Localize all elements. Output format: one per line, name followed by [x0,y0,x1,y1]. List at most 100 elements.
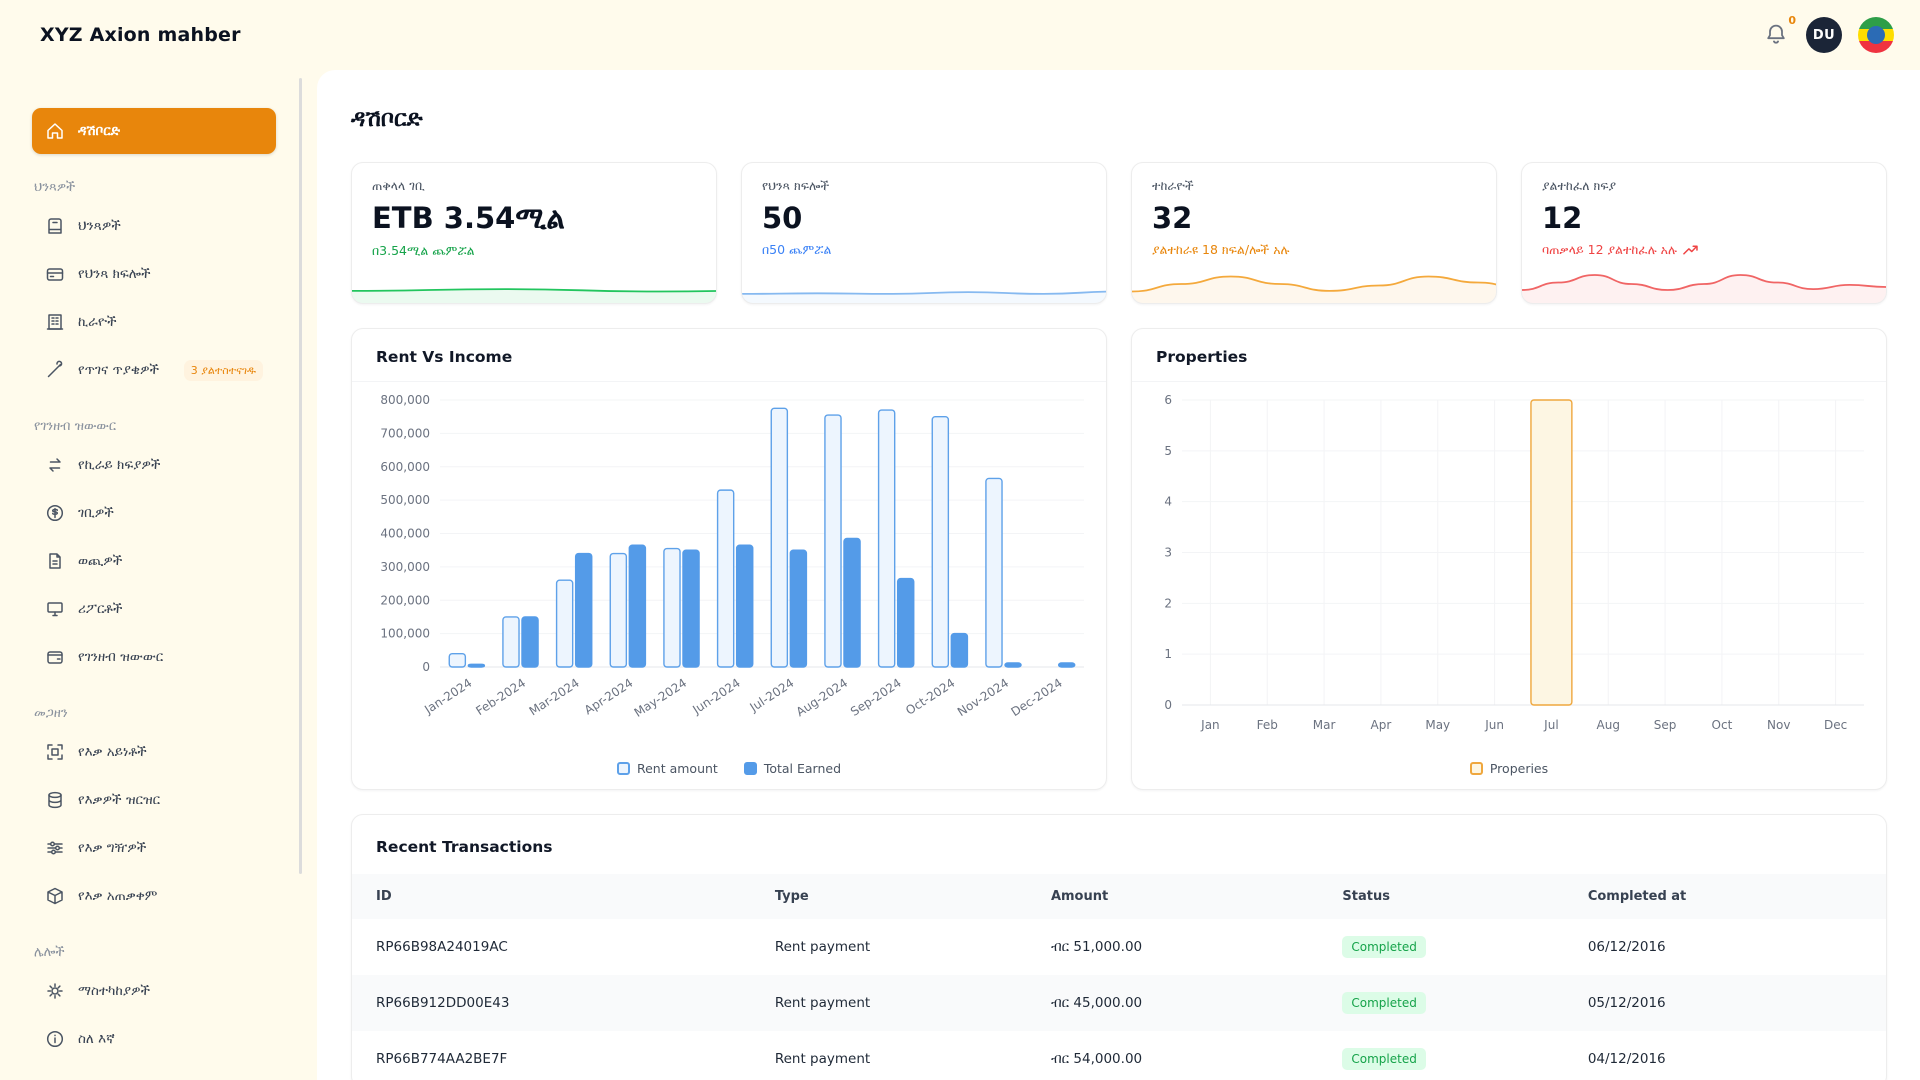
sidebar-item-label: ዳሽቦርድ [78,123,120,139]
bell-icon [1764,22,1790,46]
invoice-icon [45,551,65,571]
sidebar-item[interactable]: ገቢዎች [32,490,276,536]
cell-amount: ብር 45,000.00 [1027,975,1318,1031]
sliders-icon [45,838,65,858]
stat-value: 50 [762,201,1086,235]
cell-status: Completed [1318,975,1563,1031]
sidebar-item[interactable]: የእቃ አይነቶች [32,729,276,775]
column-header: Status [1318,874,1563,919]
top-bar: XYZ Axion mahber 0 DU [0,0,1920,70]
legend-label: Total Earned [764,761,841,776]
svg-text:800,000: 800,000 [380,393,430,407]
page-title: ዳሽቦርድ [351,106,1887,132]
legend-item[interactable]: Properies [1470,761,1548,776]
sidebar-item-label: ሪፖርቶች [78,601,122,617]
sidebar-section-header[interactable]: የገንዘብ ዝውውር [34,419,274,434]
sparkline-chart [1522,267,1886,303]
svg-text:Sep: Sep [1654,718,1677,732]
svg-text:100,000: 100,000 [380,627,430,641]
sidebar-item-label: የገንዘብ ዝውውር [78,649,163,665]
database-icon [45,790,65,810]
box-icon [45,886,65,906]
svg-text:300,000: 300,000 [380,560,430,574]
column-header: Completed at [1564,874,1886,919]
sidebar-item[interactable]: የገንዘብ ዝውውር [32,634,276,680]
stat-card: የህንጻ ክፍሎች50በ50 ጨምሯል [741,162,1107,304]
sidebar-scrollbar[interactable] [299,78,302,874]
svg-text:Jul: Jul [1543,718,1558,732]
sidebar: ዳሽቦርድ ህንጻዎች ህንጻዎች የህንጻ ክፍሎች ኪራዮችየጥገና ጥያቄዎች3 … [0,70,302,1080]
cell-amount: ብር 54,000.00 [1027,1031,1318,1080]
svg-text:3: 3 [1164,546,1172,560]
svg-text:600,000: 600,000 [380,460,430,474]
notification-bell-button[interactable]: 0 [1764,22,1790,48]
user-avatar[interactable]: DU [1806,17,1842,53]
sidebar-section-header[interactable]: መጋዘን [34,706,274,721]
stat-delta: በ50 ጨምሯል [762,242,1086,258]
units-icon [45,264,65,284]
sidebar-section-header[interactable]: ህንጻዎች [34,180,274,195]
sparkline-chart [352,267,717,303]
sidebar-item[interactable]: የእቃ አጠቃቀም [32,873,276,919]
column-header: Type [751,874,1027,919]
transactions-table: IDTypeAmountStatusCompleted at RP66B98A2… [352,874,1886,1080]
sparkline-chart [742,267,1107,303]
sidebar-item[interactable]: ስለ እኛ [32,1016,276,1062]
stat-value: 32 [1152,201,1476,235]
sidebar-item[interactable]: የኪራይ ክፍያዎች [32,442,276,488]
lease-icon [45,312,65,332]
scan-icon [45,742,65,762]
chevron-up-icon [259,180,274,195]
transactions-card: Recent Transactions IDTypeAmountStatusCo… [351,814,1887,1080]
sidebar-section-label: የገንዘብ ዝውውር [34,419,116,434]
svg-text:Feb: Feb [1257,718,1278,732]
svg-text:Jun: Jun [1484,718,1504,732]
svg-text:Apr: Apr [1371,718,1392,732]
sidebar-item[interactable]: ሪፖርቶች [32,586,276,632]
sidebar-item[interactable]: የህንጻ ክፍሎች [32,251,276,297]
sidebar-item[interactable]: ህንጻዎች [32,203,276,249]
sidebar-item-label: ህንጻዎች [78,218,121,234]
legend-item[interactable]: Total Earned [744,761,841,776]
properties-plot: 0123456JanFebMarAprMayJunJulAugSepOctNov… [1136,386,1878,747]
rent-vs-income-title: Rent Vs Income [352,329,1106,382]
sidebar-item-label: የኪራይ ክፍያዎች [78,457,160,473]
properties-legend: Properies [1132,747,1886,789]
main-panel: ዳሽቦርድ ጠቅላላ ገቢETB 3.54ሚልበ3.54ሚል ጨምሯልየህንጻ … [317,70,1920,1080]
svg-text:200,000: 200,000 [380,593,430,607]
chevron-up-icon [259,419,274,434]
sidebar-item[interactable]: ኪራዮች [32,299,276,345]
chevron-up-icon [259,706,274,721]
cell-type: Rent payment [751,1031,1027,1080]
sidebar-item-label: የህንጻ ክፍሎች [78,266,151,282]
building-icon [45,216,65,236]
legend-item[interactable]: Rent amount [617,761,718,776]
svg-text:Dec: Dec [1824,718,1847,732]
sidebar-item[interactable]: ማስተካከያዎች [32,968,276,1014]
sidebar-item[interactable]: የእቃ ግዥዎች [32,825,276,871]
svg-text:Nov: Nov [1767,718,1790,732]
sidebar-item-label: የእቃ አጠቃቀም [78,888,157,904]
stat-label: ተከራዮች [1152,178,1476,194]
cell-completed-at: 06/12/2016 [1564,919,1886,975]
sidebar-item[interactable]: ወጪዎች [32,538,276,584]
language-flag-button[interactable] [1858,17,1894,53]
transfer-icon [45,455,65,475]
rent-vs-income-legend: Rent amount Total Earned [352,747,1106,789]
svg-text:1: 1 [1164,647,1172,661]
sidebar-section-header[interactable]: ሌሎች [34,945,274,960]
legend-swatch [617,762,630,775]
svg-text:Dec-2024: Dec-2024 [1008,676,1064,719]
stat-delta: በ3.54ሚል ጨምሯል [372,243,696,259]
stat-label: ጠቅላላ ገቢ [372,178,696,194]
svg-text:Feb-2024: Feb-2024 [473,676,528,718]
sidebar-item[interactable]: የእቃዎች ዝርዝር [32,777,276,823]
sidebar-item[interactable]: ዳሽቦርድ [32,108,276,154]
stat-delta: ያልተከራዩ 18 ክፍል/ሎች አሉ [1152,242,1476,258]
app-title: XYZ Axion mahber [40,24,241,46]
trend-up-icon [1683,244,1700,256]
rent-vs-income-plot: 0100,000200,000300,000400,000500,000600,… [356,386,1098,747]
home-icon [45,121,65,141]
sidebar-item[interactable]: የጥገና ጥያቄዎች3 ያልተስተናገዱ [32,347,276,393]
column-header: ID [352,874,751,919]
